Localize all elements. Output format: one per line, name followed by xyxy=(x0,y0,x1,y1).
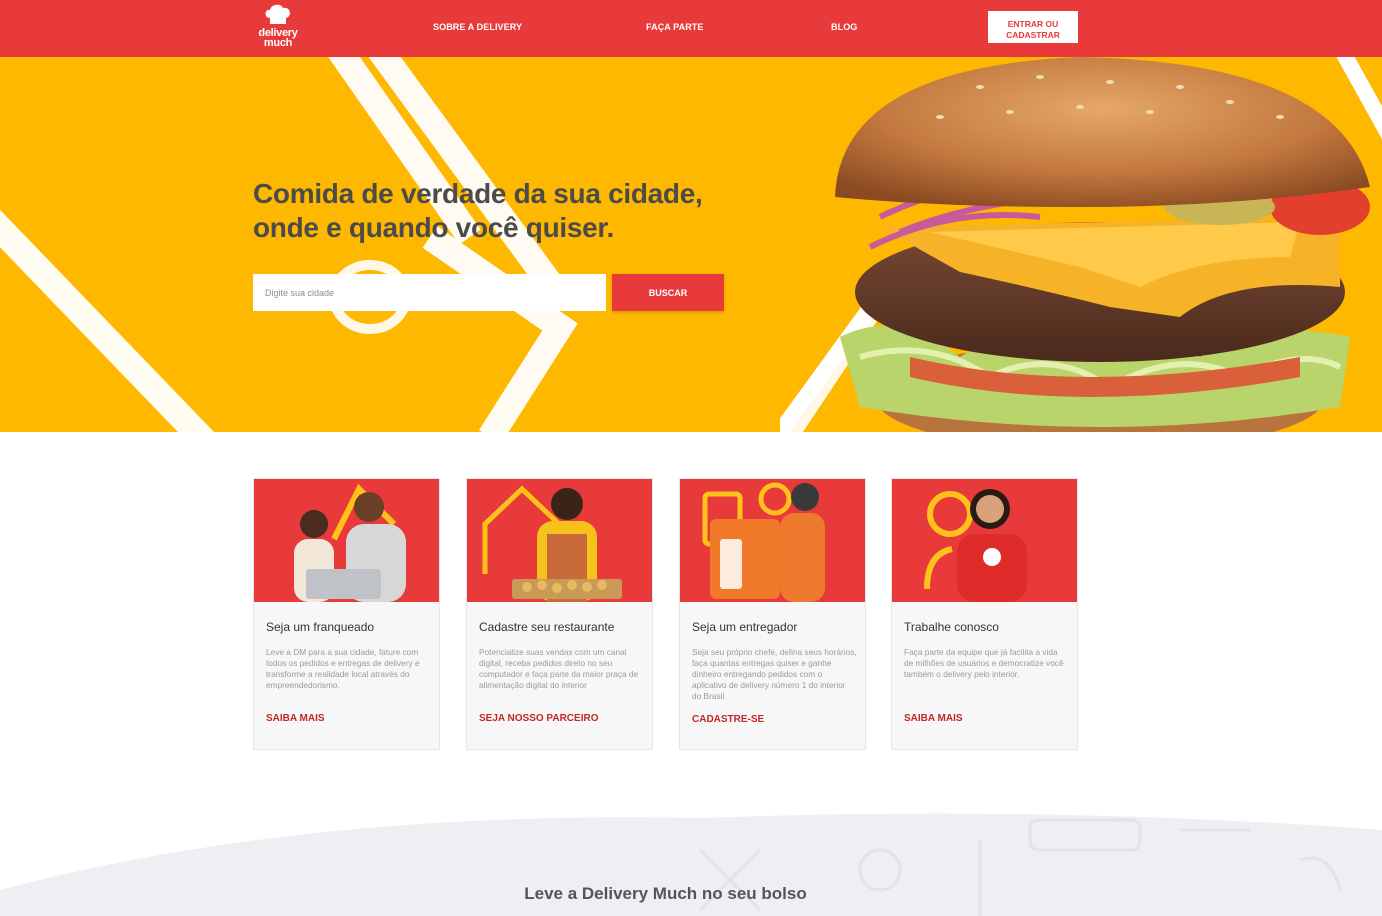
card-franqueado: Seja um franqueado Leve a DM para a sua … xyxy=(253,478,440,750)
card-restaurante-title: Cadastre seu restaurante xyxy=(479,620,615,634)
card-trabalhe-conosco-desc: Faça parte da equipe que já facilita a v… xyxy=(904,647,1064,679)
card-restaurante-image xyxy=(467,479,652,602)
hero-headline-line1: Comida de verdade da sua cidade, xyxy=(253,178,703,209)
hero-headline: Comida de verdade da sua cidade, onde e … xyxy=(253,177,723,245)
card-trabalhe-conosco-image xyxy=(892,479,1077,602)
delivery-much-logo[interactable]: delivery much xyxy=(256,4,302,50)
nav-link-faca-parte[interactable]: FAÇA PARTE xyxy=(646,22,704,32)
card-entregador-link[interactable]: CADASTRE-SE xyxy=(692,714,764,725)
card-franqueado-image xyxy=(254,479,439,602)
card-restaurante: Cadastre seu restaurante Potencialize su… xyxy=(466,478,653,750)
card-entregador-image xyxy=(680,479,865,602)
logo-text-line2: much xyxy=(263,37,293,49)
login-button-line1: ENTRAR OU xyxy=(1007,18,1059,29)
search-button[interactable]: BUSCAR xyxy=(612,274,724,311)
card-entregador: Seja um entregador Seja seu próprio chef… xyxy=(679,478,866,750)
page: delivery much SOBRE A DELIVERY FAÇA PART… xyxy=(0,0,1382,916)
login-register-button[interactable]: ENTRAR OU CADASTRAR xyxy=(988,11,1078,43)
card-entregador-desc: Seja seu próprio chefe, defina seus horá… xyxy=(692,647,857,701)
app-section-title: Leve a Delivery Much no seu bolso xyxy=(524,884,807,903)
nav-link-sobre[interactable]: SOBRE A DELIVERY xyxy=(433,22,522,32)
card-restaurante-link[interactable]: SEJA NOSSO PARCEIRO xyxy=(479,713,598,724)
login-button-line2: CADASTRAR xyxy=(1006,29,1060,40)
card-trabalhe-conosco-link[interactable]: SAIBA MAIS xyxy=(904,713,963,724)
card-restaurante-desc: Potencialize suas vendas com um canal di… xyxy=(479,647,639,690)
hero-headline-line2: onde e quando você quiser. xyxy=(253,212,614,243)
nav-link-blog[interactable]: BLOG xyxy=(831,22,857,32)
city-search-input[interactable] xyxy=(253,274,606,311)
card-franqueado-title: Seja um franqueado xyxy=(266,620,375,634)
card-franqueado-desc: Leve a DM para a sua cidade, fature com … xyxy=(266,647,420,690)
hero-banner: Comida de verdade da sua cidade, onde e … xyxy=(0,57,1382,432)
card-entregador-title: Seja um entregador xyxy=(692,620,798,634)
burger-image xyxy=(780,57,1382,432)
card-franqueado-link[interactable]: SAIBA MAIS xyxy=(266,713,325,724)
card-trabalhe-conosco-title: Trabalhe conosco xyxy=(904,620,999,634)
top-navbar: delivery much SOBRE A DELIVERY FAÇA PART… xyxy=(0,0,1382,57)
card-trabalhe-conosco: Trabalhe conosco Faça parte da equipe qu… xyxy=(891,478,1078,750)
